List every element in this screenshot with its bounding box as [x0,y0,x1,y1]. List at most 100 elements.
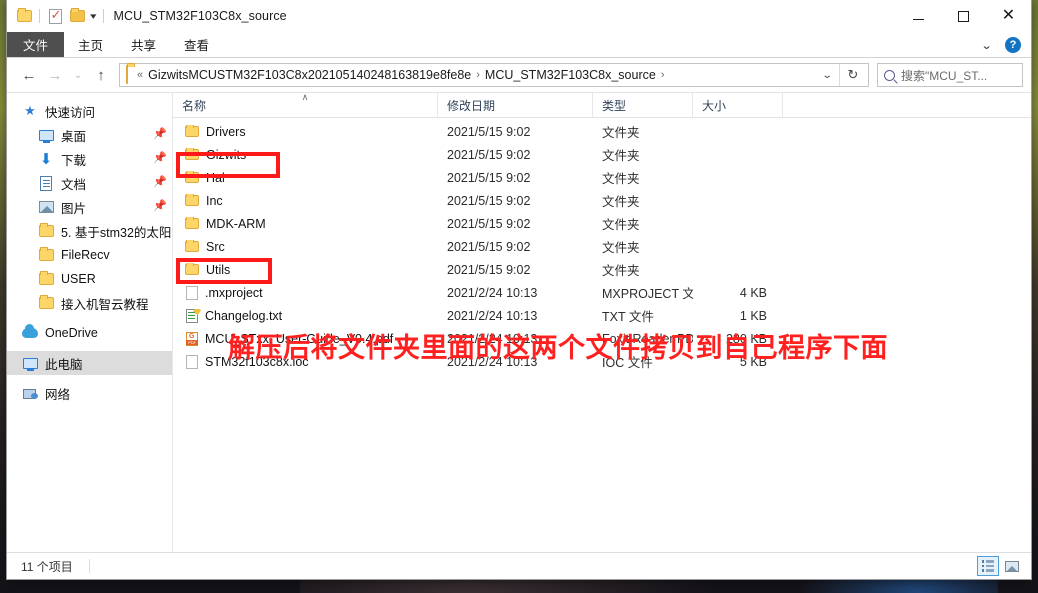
file-name-cell: .mxproject [173,285,438,300]
quick-access-toolbar: ▾ [13,5,108,27]
breadcrumb-overflow-icon[interactable]: « [132,69,148,81]
file-name-label: MDK-ARM [206,216,266,231]
star-icon: ★ [24,103,36,118]
column-header-date[interactable]: 修改日期 [438,93,593,117]
refresh-icon[interactable]: ↻ [840,67,866,83]
sidebar-item-quick-access[interactable]: ★ 快速访问 [7,99,172,123]
sidebar-item-user[interactable]: USER [7,267,172,291]
table-row[interactable]: Utils 2021/5/15 9:02 文件夹 [173,258,1031,281]
address-bar: ← → ⌄ ↑ « GizwitsMCUSTM32F103C8x20210514… [7,58,1031,92]
sidebar-label-quick-access: 快速访问 [45,105,96,120]
large-icons-view-button[interactable] [1001,556,1023,576]
table-row[interactable]: Gizwits 2021/5/15 9:02 文件夹 [173,143,1031,166]
table-row[interactable]: Src 2021/5/15 9:02 文件夹 [173,235,1031,258]
pin-icon-desktop[interactable]: 📌 [153,129,167,141]
file-size-cell: 5 KB [739,354,767,369]
help-icon[interactable]: ? [1005,37,1021,53]
minimize-button[interactable] [896,0,941,32]
file-name-label: Drivers [206,124,246,139]
search-box[interactable]: 搜索"MCU_ST... [877,63,1023,87]
sidebar-item-stm32-solar[interactable]: 5. 基于stm32的太阳 [7,219,172,243]
pin-icon-downloads[interactable]: 📌 [153,153,167,165]
qat-divider-2 [102,9,104,23]
breadcrumb-item-parent[interactable]: GizwitsMCUSTM32F103C8x202105140248163819… [148,68,471,82]
table-row[interactable]: .mxproject 2021/2/24 10:13 MXPROJECT 文件 … [173,281,1031,304]
explorer-app-icon [13,5,35,27]
file-name-label: Src [206,239,225,254]
new-folder-icon[interactable] [66,5,88,27]
search-input[interactable]: 搜索"MCU_ST... [901,67,987,84]
tab-home[interactable]: 主页 [64,32,117,57]
file-type-cell: 文件夹 [602,126,640,140]
up-button[interactable]: ↑ [89,63,113,87]
file-size-cell: 280 KB [725,331,767,346]
details-view-button[interactable] [977,556,999,576]
pin-icon-pictures[interactable]: 📌 [153,201,167,213]
item-count-label: 11 个项目 [21,559,73,574]
window-controls: ✕ [896,0,1031,32]
recent-locations-chevron-down-icon[interactable]: ⌄ [69,63,87,87]
file-name-label: STM32f103c8x.ioc [205,354,309,369]
address-folder-icon [126,65,128,84]
tab-view[interactable]: 查看 [170,32,223,57]
column-header-name[interactable]: ∧ 名称 [173,93,438,117]
properties-icon[interactable] [44,5,66,27]
sidebar-item-this-pc[interactable]: 此电脑 [7,351,172,375]
table-row[interactable]: Changelog.txt 2021/2/24 10:13 TXT 文件 1 K… [173,304,1031,327]
file-list-pane: ∧ 名称 修改日期 类型 大小 Drivers 2021/5/15 9:02 文… [173,93,1031,552]
column-label-size: 大小 [702,98,727,113]
qat-divider-1 [39,9,40,23]
column-label-type: 类型 [602,98,627,113]
sidebar-item-pictures[interactable]: 图片 📌 [7,195,172,219]
table-row[interactable]: MDK-ARM 2021/5/15 9:02 文件夹 [173,212,1031,235]
sidebar-item-onedrive[interactable]: OneDrive [7,321,172,345]
breadcrumb-separator-2[interactable]: › [656,69,670,81]
file-name-cell: Changelog.txt [173,308,438,323]
table-row[interactable]: Drivers 2021/5/15 9:02 文件夹 [173,120,1031,143]
back-button[interactable]: ← [17,63,41,87]
table-row[interactable]: STM32f103c8x.ioc 2021/2/24 10:13 IOC 文件 … [173,350,1031,373]
forward-button[interactable]: → [43,63,67,87]
sidebar-item-downloads[interactable]: ⬇ 下载 📌 [7,147,172,171]
file-date-cell: 2021/5/15 9:02 [447,262,531,277]
close-button[interactable]: ✕ [986,0,1031,32]
column-header-type[interactable]: 类型 [593,93,693,117]
file-date-cell: 2021/2/24 10:13 [447,308,538,323]
sidebar-item-desktop[interactable]: 桌面 📌 [7,123,172,147]
network-icon [21,385,39,401]
sidebar-item-documents[interactable]: 文档 📌 [7,171,172,195]
ribbon-tab-bar: 文件 主页 共享 查看 ⌄ ? [7,32,1031,58]
file-rows: Drivers 2021/5/15 9:02 文件夹 Gizwits 2021/… [173,118,1031,552]
table-row[interactable]: Hal 2021/5/15 9:02 文件夹 [173,166,1031,189]
pin-icon-documents[interactable]: 📌 [153,177,167,189]
qat-chevron-down-icon[interactable]: ▾ [86,11,101,22]
table-row[interactable]: MCU_STxx_User-Guide_V0.4.pdf 2021/2/24 1… [173,327,1031,350]
breadcrumb-item-current[interactable]: MCU_STM32F103C8x_source [485,68,656,82]
address-breadcrumb-box[interactable]: « GizwitsMCUSTM32F103C8x2021051402481638… [119,63,869,87]
maximize-button[interactable] [941,0,986,32]
status-bar: 11 个项目 [7,552,1031,579]
ribbon-expand-chevron-down-icon[interactable]: ⌄ [973,39,1001,52]
sidebar-item-filerecv[interactable]: FileRecv [7,243,172,267]
desktop-icon [37,127,55,143]
tab-file[interactable]: 文件 [7,32,65,57]
column-header-size[interactable]: 大小 [693,93,783,117]
sidebar-item-gizwits-tutorial[interactable]: 接入机智云教程 [7,291,172,315]
sidebar-item-network[interactable]: 网络 [7,381,172,405]
file-name-cell: Src [173,239,438,254]
address-dropdown-chevron-down-icon[interactable]: ⌄ [811,70,843,81]
table-row[interactable]: Inc 2021/5/15 9:02 文件夹 [173,189,1031,212]
column-label-date: 修改日期 [447,98,496,113]
tab-share[interactable]: 共享 [117,32,170,57]
column-header-row: ∧ 名称 修改日期 类型 大小 [173,93,1031,118]
ribbon-right-controls: ⌄ ? [976,32,1027,58]
file-size-cell: 1 KB [739,308,767,323]
file-date-cell: 2021/2/24 10:13 [447,354,538,369]
folder-icon [37,271,55,287]
file-name-cell: Drivers [173,124,438,139]
file-date-cell: 2021/2/24 10:13 [447,285,538,300]
sidebar-label-documents: 文档 [61,177,87,192]
breadcrumb-separator-1: › [476,69,480,81]
close-icon: ✕ [1001,7,1016,24]
folder-icon [185,239,199,252]
